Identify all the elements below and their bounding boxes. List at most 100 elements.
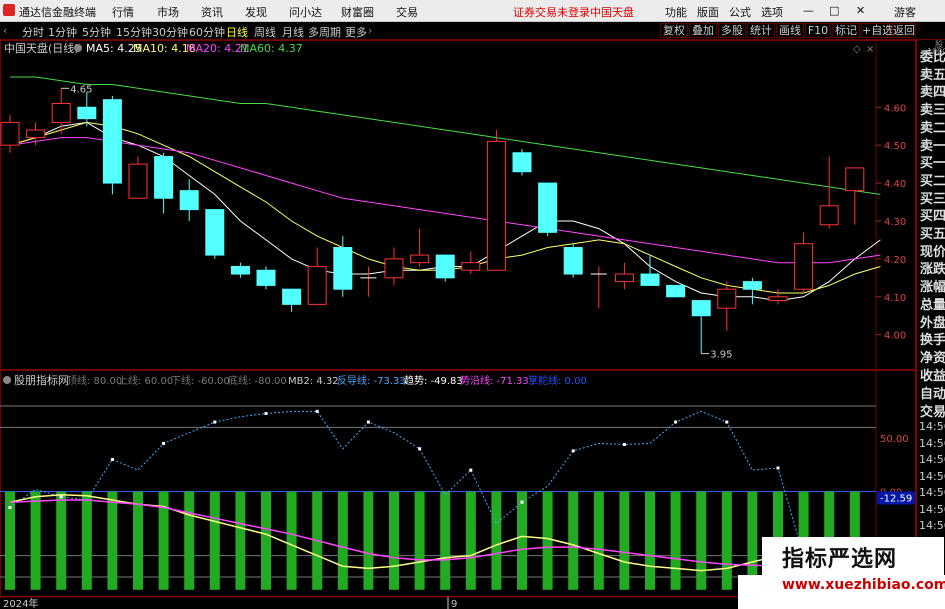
candle-body xyxy=(614,273,634,283)
indicator-value-label: 底线: -80.00 xyxy=(228,374,287,387)
trade-login-status[interactable]: 证券交易未登录 xyxy=(513,4,590,20)
candle-body xyxy=(205,209,225,256)
price-axis-ticks: 4.60 4.50 4.40 4.30 4.20 4.10 4.00 xyxy=(876,103,906,342)
candle-body xyxy=(154,156,174,199)
tab-period-monthly[interactable]: 月线 xyxy=(282,24,304,40)
tab-period-daily[interactable]: 日线 xyxy=(226,24,248,40)
indicator-settings-icon[interactable] xyxy=(3,376,11,384)
back-button[interactable]: 返回 xyxy=(892,23,916,38)
indicator-bar xyxy=(542,491,553,590)
indicator-title: 股朋指标网 xyxy=(14,373,69,387)
menu-item-wealth[interactable]: 财富圈 xyxy=(341,4,374,20)
indicator-bar xyxy=(184,491,195,590)
indicator-point xyxy=(571,449,575,453)
indicator-bar xyxy=(30,491,41,590)
tick-time: 14:56 xyxy=(919,436,945,450)
quote-label: 涨幅 xyxy=(920,280,945,296)
indicator-bar xyxy=(81,491,92,590)
chart-zoom-in-icon[interactable]: ◇ xyxy=(853,44,861,55)
close-icon[interactable]: ✕ xyxy=(856,4,865,17)
candle-body xyxy=(410,254,430,264)
candle-body xyxy=(845,167,865,192)
indicator-bar xyxy=(414,491,425,590)
ma60-label: MA60: 4.37 xyxy=(240,42,303,55)
tab-period-60min[interactable]: 60分钟 xyxy=(189,24,225,40)
indicator-value-label: 趋势: -49.83 xyxy=(404,374,463,387)
menu-item-function[interactable]: 功能 xyxy=(665,4,687,20)
tab-period-weekly[interactable]: 周线 xyxy=(254,24,276,40)
tab-period-multi[interactable]: 多周期 xyxy=(308,24,341,40)
indicator-point xyxy=(366,420,370,424)
high-label: 4.65 xyxy=(70,84,92,95)
kline-chart-area[interactable]: 中国天盘(日线) MA5: 4.25 MA10: 4.18 MA20: 4.21… xyxy=(0,40,916,609)
indicator-value-label: 下线: -60.00 xyxy=(171,374,230,387)
chart-close-icon[interactable]: × xyxy=(866,44,874,55)
candle-body xyxy=(230,265,250,275)
candle-body xyxy=(717,288,737,309)
minimize-icon[interactable]: — xyxy=(803,4,814,17)
chevron-down-icon[interactable]: › xyxy=(368,24,372,37)
tab-period-1min[interactable]: 1分钟 xyxy=(48,24,77,40)
ma-settings-icon[interactable] xyxy=(74,44,82,52)
low-label: 3.95 xyxy=(710,350,732,361)
indicator-bar xyxy=(209,491,220,590)
price-tick-label: 4.40 xyxy=(884,179,906,190)
indicator-bar xyxy=(107,491,118,590)
menu-item-market[interactable]: 市场 xyxy=(157,4,179,20)
tick-time: 14:56 xyxy=(919,469,945,483)
watermark-url: www.xuezhibiao.com xyxy=(782,577,945,593)
quote-label: 现价 xyxy=(920,244,945,260)
overlay-button[interactable]: 叠加 xyxy=(689,23,717,38)
candle-body xyxy=(0,121,20,146)
quote-label: 买三 xyxy=(920,191,945,207)
price-panel-frame xyxy=(0,40,916,370)
menu-item-ask[interactable]: 问小达 xyxy=(289,4,322,20)
candle-body xyxy=(128,163,148,199)
indicator-bar xyxy=(286,491,297,590)
current-value-label: -12.59 xyxy=(880,494,912,505)
menu-item-news[interactable]: 资讯 xyxy=(201,4,223,20)
guest-user[interactable]: 游客 xyxy=(894,4,916,20)
tab-period-more[interactable]: 更多 xyxy=(345,24,367,40)
menu-item-options[interactable]: 选项 xyxy=(761,4,783,20)
menu-item-discover[interactable]: 发现 xyxy=(245,4,267,20)
indicator-point xyxy=(315,409,319,413)
menu-item-trade[interactable]: 交易 xyxy=(396,4,418,20)
tick-time: 14:56 xyxy=(919,486,945,499)
statistics-button[interactable]: 统计 xyxy=(747,23,775,38)
restore-rights-button[interactable]: 复权 xyxy=(660,23,688,38)
indicator-bar xyxy=(56,491,67,590)
indicator-point xyxy=(674,420,678,424)
indicator-bar xyxy=(261,491,271,590)
candle-body xyxy=(794,243,814,290)
mark-button[interactable]: 标记 xyxy=(832,23,860,38)
quote-label: 总量 xyxy=(920,297,945,313)
multi-stock-button[interactable]: 多股 xyxy=(718,23,746,38)
candle-body xyxy=(307,265,327,305)
indicator-point xyxy=(264,412,268,416)
price-tick-label: 4.50 xyxy=(884,141,906,152)
indicator-bar xyxy=(465,491,476,590)
tab-period-15min[interactable]: 15分钟 xyxy=(116,24,152,40)
menu-item-layout[interactable]: 版面 xyxy=(697,4,719,20)
chevron-left-icon[interactable]: ‹ xyxy=(3,24,7,37)
candle-body xyxy=(333,247,353,290)
top-menu-bar: 通达信金融终端 行情 市场 资讯 发现 问小达 财富圈 交易 证券交易未登录 中… xyxy=(0,0,945,22)
maximize-icon[interactable]: □ xyxy=(829,4,839,17)
indicator-bar xyxy=(721,491,732,590)
candle-body xyxy=(666,284,686,298)
quote-label: 收益 xyxy=(920,368,945,384)
indicator-value-label: 顶线: 80.00 xyxy=(67,374,122,387)
add-favorite-button[interactable]: +自选 xyxy=(861,23,893,38)
app-title: 通达信金融终端 xyxy=(19,6,96,19)
tab-period-30min[interactable]: 30分钟 xyxy=(152,24,188,40)
quote-label: 买四 xyxy=(920,209,945,225)
tab-period-5min[interactable]: 5分钟 xyxy=(82,24,111,40)
watermark-title: 指标严选网 xyxy=(782,547,898,572)
indicator-labels: 顶线: 80.00上线: 60.00下线: -60.00底线: -80.00 MB… xyxy=(67,374,587,387)
draw-line-button[interactable]: 画线 xyxy=(776,23,804,38)
menu-item-quotes[interactable]: 行情 xyxy=(112,4,134,20)
tab-period-intraday[interactable]: 分时 xyxy=(22,24,44,40)
menu-item-formula[interactable]: 公式 xyxy=(729,4,751,20)
f10-button[interactable]: F10 xyxy=(805,23,831,38)
